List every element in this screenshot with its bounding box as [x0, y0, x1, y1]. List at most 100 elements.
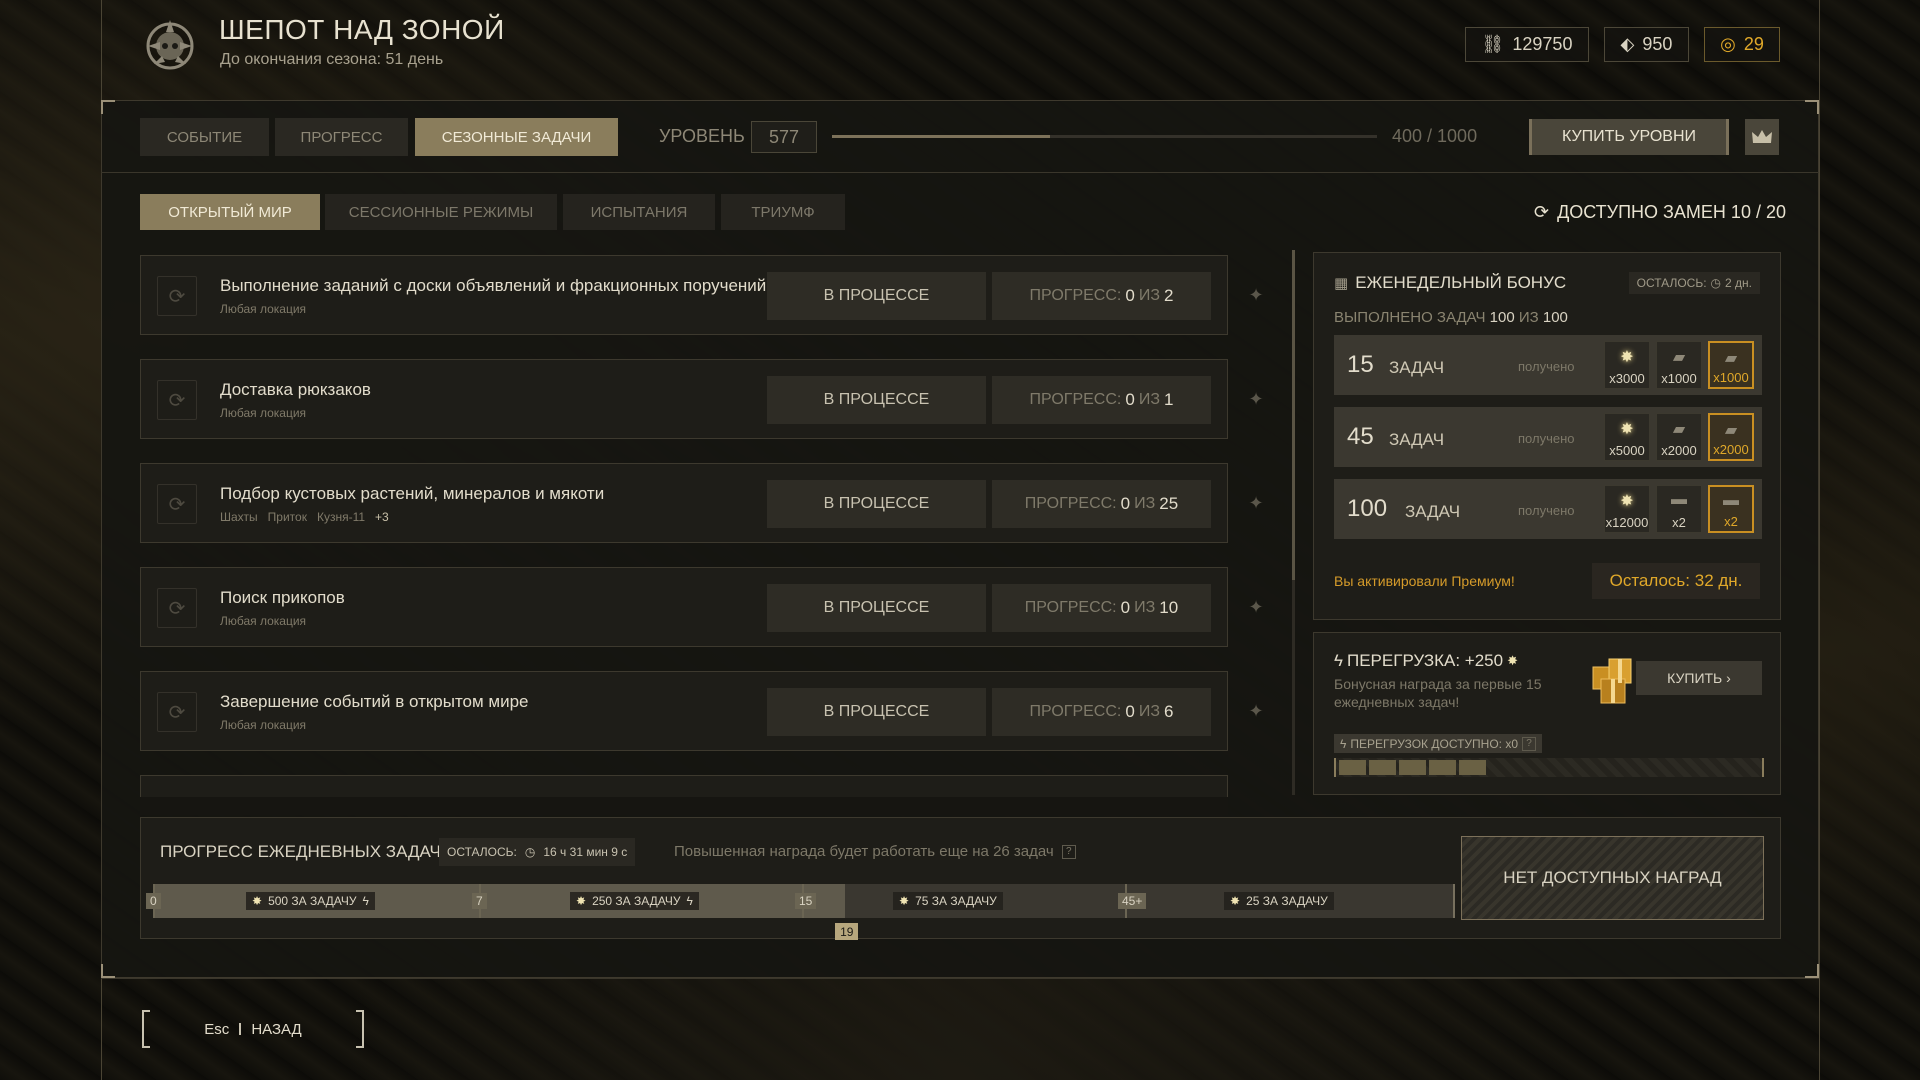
- page-title: ШЕПОТ НАД ЗОНОЙ: [219, 14, 505, 45]
- task-progress: ПРОГРЕСС: 0 ИЗ 1: [992, 376, 1211, 424]
- pin-icon[interactable]: ✦: [1245, 388, 1267, 410]
- task-row[interactable]: ⟳ Подбор кустовых растений, минералов и …: [140, 463, 1228, 543]
- task-title: Подбор кустовых растений, минералов и мя…: [220, 484, 605, 503]
- reward-slot[interactable]: ✸ x3000: [1604, 341, 1650, 389]
- subtab-triumph[interactable]: ТРИУМФ: [721, 194, 845, 230]
- list-fade: [140, 797, 1228, 815]
- crystal-icon: ⬖: [1620, 34, 1635, 54]
- overload-segment: [1489, 760, 1516, 775]
- overload-segment: [1669, 760, 1696, 775]
- overload-segment: [1429, 760, 1456, 775]
- task-locations: Любая локация: [220, 406, 307, 420]
- task-status: В ПРОЦЕССЕ: [767, 688, 986, 736]
- reward-slot[interactable]: ▰ x1000: [1708, 341, 1754, 389]
- daily-time-left: ОСТАЛОСЬ: ◷ 16 ч 31 мин 9 с: [439, 838, 636, 866]
- reward-slot[interactable]: ▬ x2: [1656, 485, 1702, 533]
- no-rewards-button[interactable]: НЕТ ДОСТУПНЫХ НАГРАД: [1461, 836, 1764, 920]
- weekly-tier: 15 ЗАДАЧ получено ✸ x3000 ▰ x1000 ▰ x100…: [1334, 335, 1762, 395]
- divider: [101, 172, 1819, 173]
- tab-event[interactable]: СОБЫТИЕ: [140, 118, 269, 156]
- back-button[interactable]: Esc НАЗАД: [142, 1010, 364, 1048]
- task-refresh-icon[interactable]: ⟳: [157, 692, 197, 732]
- chevron-right-icon: ›: [1722, 670, 1731, 686]
- task-title: Выполнение заданий с доски объявлений и …: [220, 276, 767, 295]
- level-value: 577: [751, 121, 817, 153]
- reward-slot[interactable]: ✸ x12000: [1604, 485, 1650, 533]
- task-row[interactable]: ⟳ Поиск прикопов Любая локация В ПРОЦЕСС…: [140, 567, 1228, 647]
- overload-title: ϟ ПЕРЕГРУЗКА: +250 ✸: [1334, 651, 1518, 670]
- premium-button[interactable]: [1745, 119, 1779, 155]
- task-refresh-icon[interactable]: ⟳: [157, 276, 197, 316]
- clock-icon: ◷: [524, 845, 536, 859]
- task-row[interactable]: ⟳ Доставка рюкзаков Любая локация В ПРОЦ…: [140, 359, 1228, 439]
- reward-rate-label: ✸ 25 ЗА ЗАДАЧУ: [1224, 892, 1334, 910]
- level-progress-fill: [832, 135, 1050, 138]
- divider: [101, 978, 1819, 979]
- corner-decor: [101, 100, 115, 114]
- reward-rate-label: ✸ 75 ЗА ЗАДАЧУ: [893, 892, 1003, 910]
- swaps-available[interactable]: ⟳ ДОСТУПНО ЗАМЕН 10 / 20: [1534, 202, 1786, 223]
- weekly-time-left: ОСТАЛОСЬ: ◷ 2 дн.: [1628, 272, 1760, 294]
- overload-segment: [1579, 760, 1606, 775]
- overload-description: Бонусная награда за первые 15 ежедневных…: [1334, 676, 1542, 710]
- weekly-bonus-panel: ▦ ЕЖЕНЕДЕЛЬНЫЙ БОНУС ОСТАЛОСЬ: ◷ 2 дн. В…: [1313, 252, 1781, 620]
- task-locations: Любая локация: [220, 718, 307, 732]
- overload-segment: [1339, 760, 1366, 775]
- threshold-marker: 45+: [1118, 893, 1147, 909]
- tab-seasonal-tasks[interactable]: СЕЗОННЫЕ ЗАДАЧИ: [415, 118, 618, 156]
- task-refresh-icon[interactable]: ⟳: [157, 588, 197, 628]
- gift-box-icon: [1589, 653, 1639, 705]
- tab-progress[interactable]: ПРОГРЕСС: [275, 118, 408, 156]
- tier-received: получено: [1518, 431, 1575, 446]
- reward-slot[interactable]: ▰ x2000: [1656, 413, 1702, 461]
- subtab-open-world[interactable]: ОТКРЫТЫЙ МИР: [140, 194, 320, 230]
- reward-rate-label: ✸ 500 ЗА ЗАДАЧУ ϟ: [246, 892, 375, 910]
- pin-icon[interactable]: ✦: [1245, 700, 1267, 722]
- task-locations: Шахты Приток Кузня-11 +3: [220, 510, 389, 524]
- calendar-icon: ▦: [1334, 275, 1349, 292]
- task-refresh-icon[interactable]: ⟳: [157, 380, 197, 420]
- tier-label: ЗАДАЧ: [1389, 358, 1445, 377]
- task-row-partial: [140, 775, 1228, 797]
- task-row[interactable]: ⟳ Завершение событий в открытом мире Люб…: [140, 671, 1228, 751]
- reward-slot[interactable]: ▰ x1000: [1656, 341, 1702, 389]
- task-status: В ПРОЦЕССЕ: [767, 272, 986, 320]
- overload-segment: [1609, 760, 1636, 775]
- bolt-icon: ϟ: [362, 894, 369, 908]
- help-icon[interactable]: ?: [1522, 736, 1537, 751]
- scrollbar-thumb[interactable]: [1292, 250, 1295, 580]
- subtab-session-modes[interactable]: СЕССИОННЫЕ РЕЖИМЫ: [325, 194, 557, 230]
- overload-buy-button[interactable]: КУПИТЬ ›: [1636, 661, 1762, 695]
- pin-icon[interactable]: ✦: [1245, 284, 1267, 306]
- overload-segment: [1639, 760, 1666, 775]
- help-icon[interactable]: ?: [1061, 844, 1076, 859]
- weekly-bonus-title: ▦ ЕЖЕНЕДЕЛЬНЫЙ БОНУС: [1334, 273, 1567, 292]
- more-locations[interactable]: +3: [375, 510, 389, 524]
- pin-icon[interactable]: ✦: [1245, 596, 1267, 618]
- back-label: НАЗАД: [251, 1020, 302, 1038]
- task-row[interactable]: ⟳ Выполнение заданий с доски объявлений …: [140, 255, 1228, 335]
- overload-segment: [1519, 760, 1546, 775]
- task-refresh-icon[interactable]: ⟳: [157, 484, 197, 524]
- pin-icon[interactable]: ✦: [1245, 492, 1267, 514]
- overload-panel: ϟ ПЕРЕГРУЗКА: +250 ✸ Бонусная награда за…: [1313, 632, 1781, 795]
- bolt-icon: ϟ: [1340, 736, 1347, 751]
- task-progress: ПРОГРЕСС: 0 ИЗ 10: [992, 584, 1211, 632]
- corner-decor: [1805, 964, 1819, 978]
- reward-rate-label: ✸ 250 ЗА ЗАДАЧУ ϟ: [570, 892, 699, 910]
- task-title: Поиск прикопов: [220, 588, 345, 607]
- reward-slot[interactable]: ✸ x5000: [1604, 413, 1650, 461]
- overload-progress-bar: [1334, 758, 1764, 777]
- corner-decor: [1805, 100, 1819, 114]
- reward-slot[interactable]: ▰ x2000: [1708, 413, 1754, 461]
- task-scrollbar[interactable]: [1292, 250, 1295, 795]
- reward-slot[interactable]: ▬ x2: [1708, 485, 1754, 533]
- buy-levels-button[interactable]: КУПИТЬ УРОВНИ: [1529, 119, 1729, 155]
- daily-progress-track: 0 7 15 45+ ✸ 500 ЗА ЗАДАЧУ ϟ ✸ 250 ЗА ЗАДАЧУ ϟ ✸ 75…: [146, 884, 1455, 918]
- season-countdown: До окончания сезона: 51 день: [220, 51, 444, 68]
- overload-segment: [1399, 760, 1426, 775]
- tier-label: ЗАДАЧ: [1405, 502, 1461, 521]
- premium-time-left: Осталось: 32 дн.: [1592, 563, 1760, 599]
- subtab-trials[interactable]: ИСПЫТАНИЯ: [563, 194, 715, 230]
- star-icon: ✸: [576, 894, 587, 908]
